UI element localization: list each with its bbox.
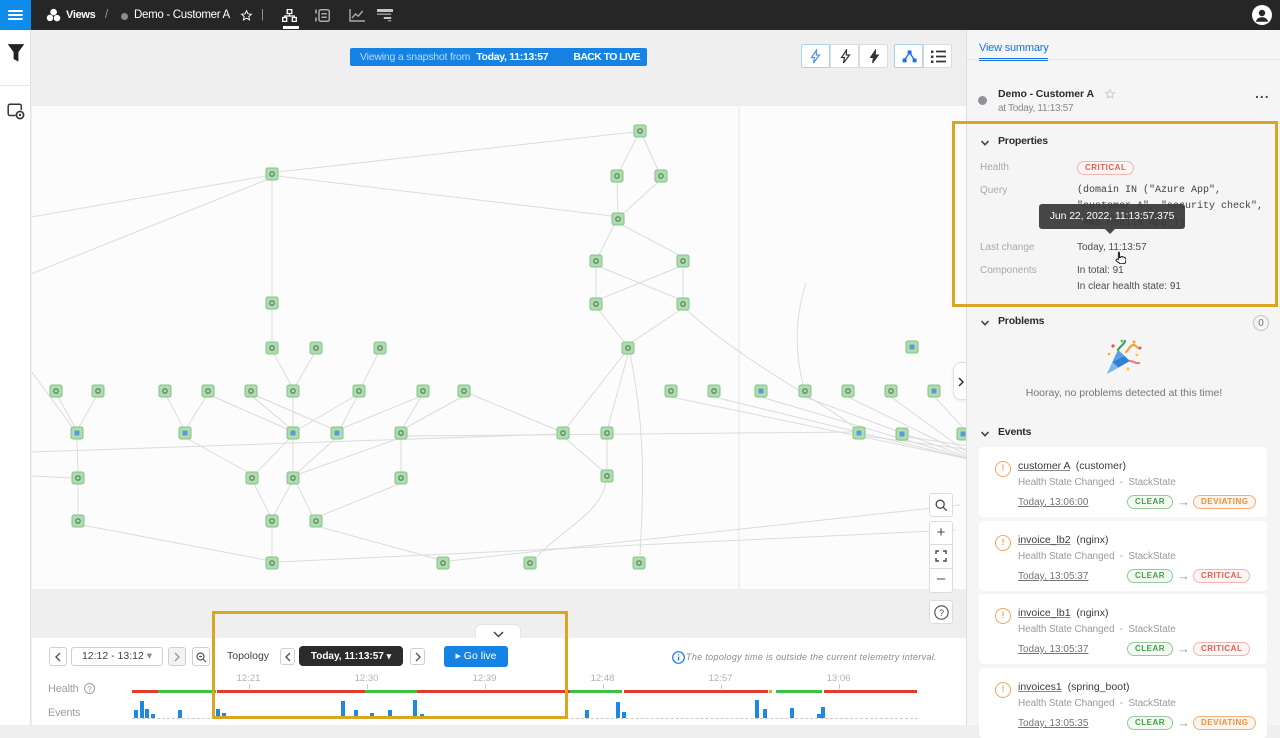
svg-text:?: ? [938, 608, 943, 618]
